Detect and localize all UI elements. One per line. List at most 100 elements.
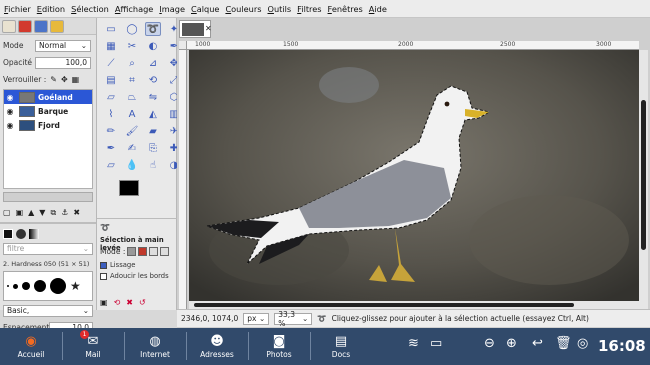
layer-row-barque[interactable]: ◉ Barque xyxy=(4,104,92,118)
measure-icon[interactable]: ⊿ xyxy=(145,56,161,70)
back-arrow-icon[interactable]: ↩ xyxy=(532,336,543,351)
alpha-lock-icon[interactable]: ▦ xyxy=(72,75,80,84)
brush-filter-input[interactable]: filtre ⌄ xyxy=(3,242,93,255)
vertical-scroll-thumb[interactable] xyxy=(641,100,646,250)
smudge-icon[interactable]: ☝ xyxy=(145,158,161,172)
horizontal-scroll-thumb[interactable] xyxy=(194,303,574,307)
menu-edition[interactable]: Edition xyxy=(37,4,65,14)
color-select-icon[interactable]: ▦ xyxy=(103,39,119,53)
zoom-combo[interactable]: 33,3 % ⌄ xyxy=(274,310,313,328)
fg-bg-colors[interactable] xyxy=(119,180,149,204)
zoom-icon[interactable]: ⌕ xyxy=(124,56,140,70)
launcher-docs[interactable]: ▤ Docs xyxy=(310,328,372,365)
unit-combo[interactable]: px ⌄ xyxy=(243,312,270,325)
menu-couleurs[interactable]: Couleurs xyxy=(225,4,261,14)
move-lock-icon[interactable]: ✥ xyxy=(61,75,68,84)
bucket-fill-icon[interactable]: ◭ xyxy=(145,107,161,121)
perspective-clone-icon[interactable]: ⏥ xyxy=(103,158,119,172)
blur-icon[interactable]: 💧 xyxy=(124,158,140,172)
text-icon[interactable]: A xyxy=(124,107,140,121)
align-icon[interactable]: ▤ xyxy=(103,73,119,87)
menu-aide[interactable]: Aide xyxy=(369,4,387,14)
volume-up-icon[interactable]: ⊕ xyxy=(506,336,517,351)
brush-dot-icon[interactable] xyxy=(22,282,30,290)
help-lifebuoy-icon[interactable]: ◎ xyxy=(577,336,588,351)
delete-layer-icon[interactable]: ✖ xyxy=(73,208,80,217)
opacity-spin[interactable]: 100,0 xyxy=(35,56,91,69)
foreground-select-icon[interactable]: ◐ xyxy=(145,39,161,53)
anchor-layer-icon[interactable]: ⚓ xyxy=(61,208,68,217)
antialias-checkbox[interactable] xyxy=(100,261,107,269)
clone-icon[interactable]: ⎘ xyxy=(145,141,161,155)
layer-row-goeland[interactable]: ◉ Goéland xyxy=(4,90,92,104)
mode-combo[interactable]: Normal ⌄ xyxy=(35,39,91,52)
menu-calque[interactable]: Calque xyxy=(191,4,219,14)
battery-icon[interactable]: ▭ xyxy=(430,336,442,351)
brush-dot-icon[interactable] xyxy=(50,278,66,294)
perspective-icon[interactable]: ⏢ xyxy=(124,90,140,104)
mypaint-icon[interactable]: ✍ xyxy=(124,141,140,155)
brush-preset-combo[interactable]: Basic, ⌄ xyxy=(3,304,93,317)
ellipse-select-icon[interactable]: ◯ xyxy=(124,22,140,36)
fg-bg-swatch-icon[interactable] xyxy=(3,228,13,239)
replace-mode-icon[interactable] xyxy=(127,247,137,256)
new-group-icon[interactable]: ▣ xyxy=(16,208,24,217)
duplicate-layer-icon[interactable]: ⧉ xyxy=(50,208,56,218)
trash-icon[interactable]: 🗑 xyxy=(555,336,572,351)
rect-select-icon[interactable]: ▭ xyxy=(103,22,119,36)
rotate-icon[interactable]: ⟲ xyxy=(145,73,161,87)
brush-star-icon[interactable]: ★ xyxy=(70,279,81,293)
add-mode-icon[interactable] xyxy=(138,247,148,256)
horizontal-scrollbar[interactable] xyxy=(189,301,639,309)
brush-preview-icon[interactable] xyxy=(16,228,26,239)
image-canvas[interactable] xyxy=(189,50,639,312)
brush-dot-icon[interactable] xyxy=(34,280,46,292)
launcher-adresses[interactable]: ☻ Adresses xyxy=(186,328,248,365)
intersect-mode-icon[interactable] xyxy=(160,247,170,256)
layer-row-fjord[interactable]: ◉ Fjord xyxy=(4,118,92,132)
launcher-accueil[interactable]: ◉ Accueil xyxy=(0,328,62,365)
lower-layer-icon[interactable]: ▼ xyxy=(39,208,45,217)
menu-affichage[interactable]: Affichage xyxy=(115,4,153,14)
menu-fichier[interactable]: Fichier xyxy=(4,4,31,14)
paintbrush-icon[interactable]: 🖌 xyxy=(124,124,140,138)
crop-icon[interactable]: ⌗ xyxy=(124,73,140,87)
menu-image[interactable]: Image xyxy=(159,4,185,14)
pencil-icon[interactable]: ✏ xyxy=(103,124,119,138)
paths-tab[interactable] xyxy=(34,19,48,33)
history-tab[interactable] xyxy=(50,19,64,33)
eye-icon[interactable]: ◉ xyxy=(4,121,16,130)
feather-checkbox[interactable] xyxy=(100,272,107,280)
menu-fenetres[interactable]: Fenêtres xyxy=(328,4,363,14)
eye-icon[interactable]: ◉ xyxy=(4,93,16,102)
launcher-mail[interactable]: ✉ 1 Mail xyxy=(62,328,124,365)
launcher-photos[interactable]: ◙ Photos xyxy=(248,328,310,365)
gradient-icon[interactable] xyxy=(29,228,39,239)
menu-filtres[interactable]: Filtres xyxy=(297,4,321,14)
ink-icon[interactable]: ✒ xyxy=(103,141,119,155)
close-tab-icon[interactable]: ✕ xyxy=(205,24,212,33)
vertical-ruler[interactable] xyxy=(179,50,187,312)
layer-scrollbar[interactable] xyxy=(3,192,93,202)
raise-layer-icon[interactable]: ▲ xyxy=(28,208,34,217)
eye-icon[interactable]: ◉ xyxy=(4,107,16,116)
scissors-icon[interactable]: ✂ xyxy=(124,39,140,53)
foreground-color-swatch[interactable] xyxy=(119,180,139,196)
launcher-internet[interactable]: ◍ Internet xyxy=(124,328,186,365)
brush-lock-icon[interactable]: ✎ xyxy=(50,75,57,84)
subtract-mode-icon[interactable] xyxy=(149,247,159,256)
layers-tab[interactable] xyxy=(2,19,16,33)
color-picker-icon[interactable]: ⟋ xyxy=(103,56,119,70)
free-select-icon[interactable]: ➰ xyxy=(145,22,161,36)
vertical-scrollbar[interactable] xyxy=(639,50,648,312)
shear-icon[interactable]: ▱ xyxy=(103,90,119,104)
volume-down-icon[interactable]: ⊖ xyxy=(484,336,495,351)
warp-icon[interactable]: ⌇ xyxy=(103,107,119,121)
delete-options-icon[interactable]: ✖ xyxy=(126,298,133,307)
restore-options-icon[interactable]: ⟲ xyxy=(114,298,121,307)
eraser-icon[interactable]: ▰ xyxy=(145,124,161,138)
wifi-icon[interactable]: ≋ xyxy=(408,336,419,351)
reset-options-icon[interactable]: ↺ xyxy=(139,298,146,307)
horizontal-ruler[interactable]: 1000 1500 2000 2500 3000 xyxy=(187,41,639,50)
brush-grid[interactable]: ★ xyxy=(3,271,93,301)
